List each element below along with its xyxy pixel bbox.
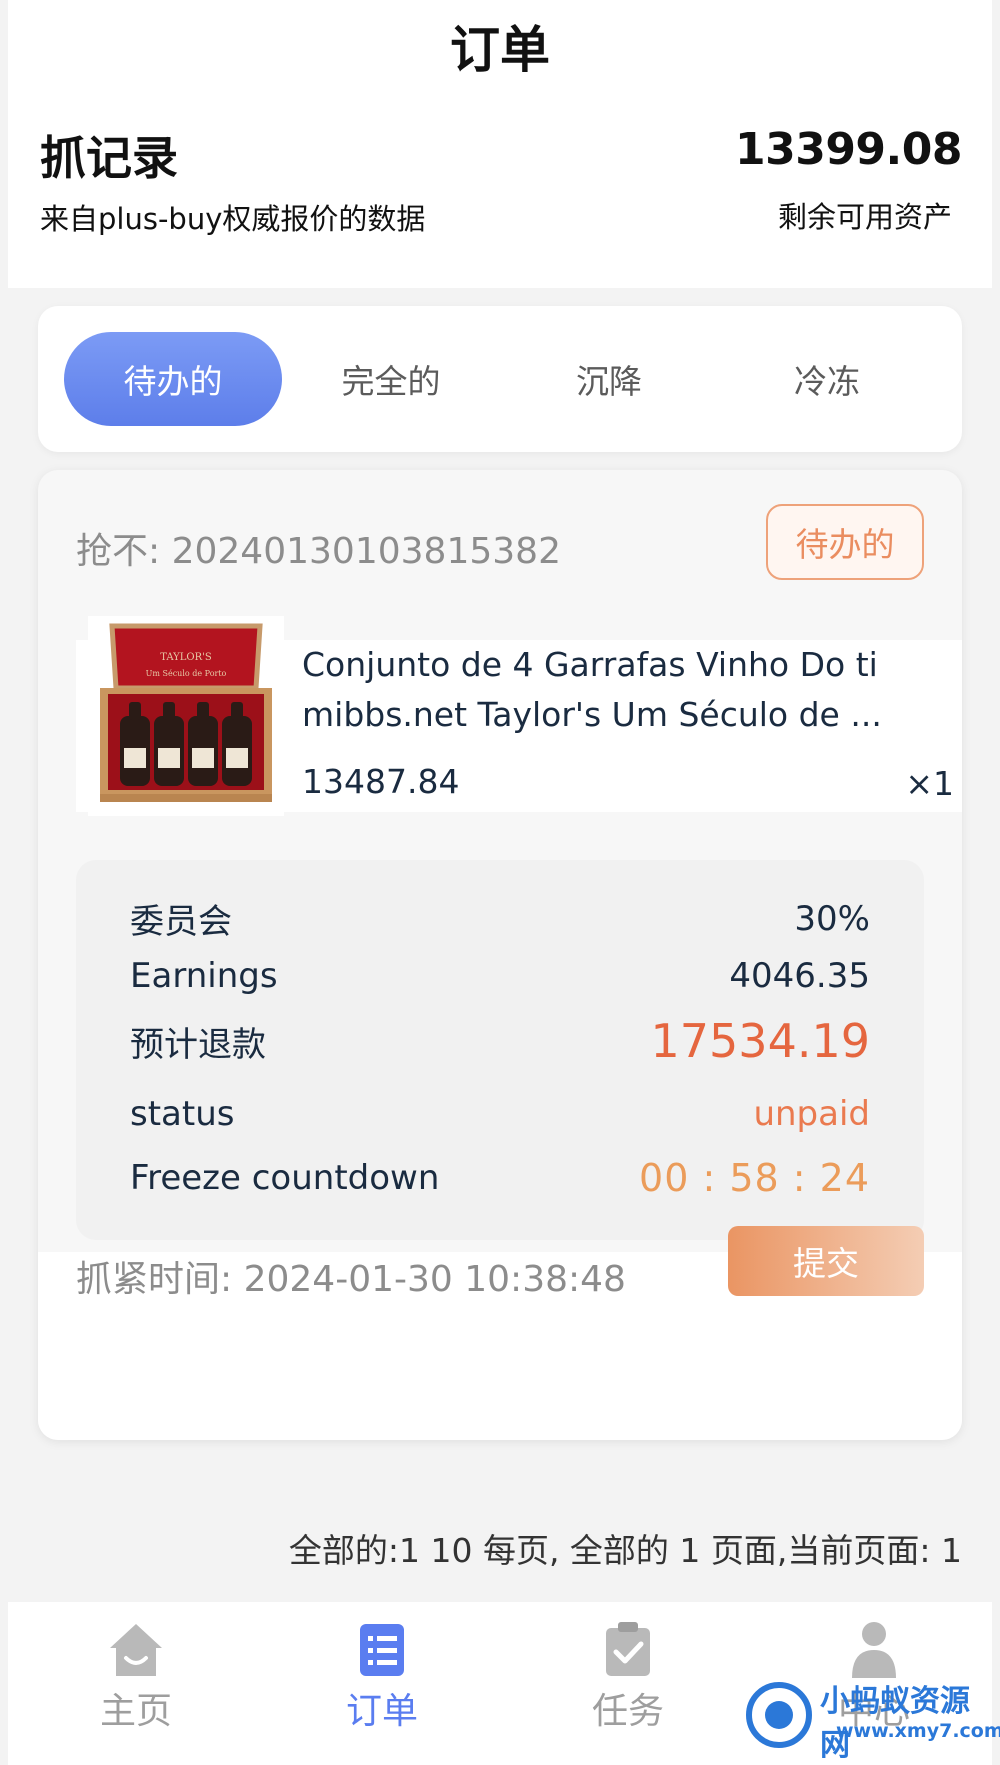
detail-label: 委员会	[130, 902, 232, 942]
home-icon	[110, 1624, 162, 1676]
product-row[interactable]: TAYLOR'S Um Século de Porto Conjunto de …	[76, 616, 962, 816]
freeze-countdown: 00 : 58 : 24	[639, 1156, 870, 1200]
detail-row-refund: 预计退款 17534.19	[130, 1014, 870, 1068]
order-list-icon	[360, 1624, 404, 1676]
watermark-url: www.xmy7.com	[836, 1720, 1000, 1742]
grab-time-value: 2024-01-30 10:38:48	[243, 1259, 626, 1300]
detail-value: 30%	[794, 898, 870, 939]
order-number: 抢不: 20240130103815382	[76, 522, 561, 574]
detail-label: status	[130, 1094, 235, 1134]
order-details: 委员会 30% Earnings 4046.35 预计退款 17534.19 s…	[76, 860, 924, 1240]
grab-time: 抓紧时间: 2024-01-30 10:38:48	[76, 1250, 626, 1302]
detail-row-commission: 委员会 30%	[130, 894, 870, 943]
task-clipboard-icon	[606, 1622, 650, 1676]
watermark-logo-icon	[746, 1682, 812, 1748]
detail-label: Freeze countdown	[130, 1158, 440, 1198]
svg-text:TAYLOR'S: TAYLOR'S	[160, 652, 212, 663]
tab-settled[interactable]: 沉降	[500, 332, 718, 426]
detail-label: 预计退款	[130, 1024, 266, 1065]
tab-completed[interactable]: 完全的	[282, 332, 500, 426]
product-name-line-1: Conjunto de 4 Garrafas Vinho Do ti	[302, 645, 878, 684]
status-badge: 待办的	[766, 504, 924, 580]
detail-label: Earnings	[130, 956, 278, 996]
detail-row-countdown: Freeze countdown 00 : 58 : 24	[130, 1156, 870, 1200]
submit-button[interactable]: 提交	[728, 1226, 924, 1296]
product-name: Conjunto de 4 Garrafas Vinho Do ti mibbs…	[302, 640, 922, 740]
section-title: 抓记录	[40, 131, 178, 185]
detail-row-status: status unpaid	[130, 1094, 870, 1134]
product-quantity: ×1	[905, 764, 954, 803]
detail-row-earnings: Earnings 4046.35	[130, 956, 870, 996]
detail-value: unpaid	[753, 1094, 870, 1134]
tab-pending[interactable]: 待办的	[64, 332, 282, 426]
balance-label: 剩余可用资产	[777, 200, 952, 234]
grab-time-label: 抓紧时间:	[76, 1259, 233, 1300]
pagination-info: 全部的:1 10 每页, 全部的 1 页面,当前页面: 1	[288, 1531, 962, 1570]
order-number-value: 20240130103815382	[171, 531, 561, 572]
tab-frozen[interactable]: 冷冻	[718, 332, 936, 426]
balance-amount: 13399.08	[734, 124, 963, 175]
nav-home-label: 主页	[99, 1691, 172, 1732]
product-name-line-2: mibbs.net Taylor's Um Século de ...	[302, 695, 882, 734]
nav-home[interactable]: 主页	[36, 1620, 236, 1734]
nav-tasks-label: 任务	[591, 1691, 664, 1732]
nav-orders-label: 订单	[345, 1691, 418, 1732]
order-card: 抢不: 20240130103815382 待办的 TAYLOR'S Um Sé…	[38, 470, 962, 1440]
detail-value: 17534.19	[650, 1014, 871, 1068]
status-tabs: 待办的 完全的 沉降 冷冻	[38, 306, 962, 452]
nav-orders[interactable]: 订单	[282, 1620, 482, 1734]
watermark: 小蚂蚁资源网 www.xmy7.com	[744, 1676, 1000, 1763]
product-price: 13487.84	[302, 762, 460, 801]
wine-box-image: TAYLOR'S Um Século de Porto	[88, 616, 284, 816]
order-number-label: 抢不:	[76, 531, 161, 572]
svg-text:Um Século de Porto: Um Século de Porto	[146, 669, 227, 678]
page-title: 订单	[450, 21, 550, 79]
detail-value: 4046.35	[729, 956, 870, 996]
nav-tasks[interactable]: 任务	[528, 1620, 728, 1734]
user-icon	[852, 1622, 896, 1678]
section-subtitle: 来自plus-buy权威报价的数据	[40, 202, 426, 236]
header: 订单 抓记录 来自plus-buy权威报价的数据 13399.08 剩余可用资产	[8, 0, 992, 288]
